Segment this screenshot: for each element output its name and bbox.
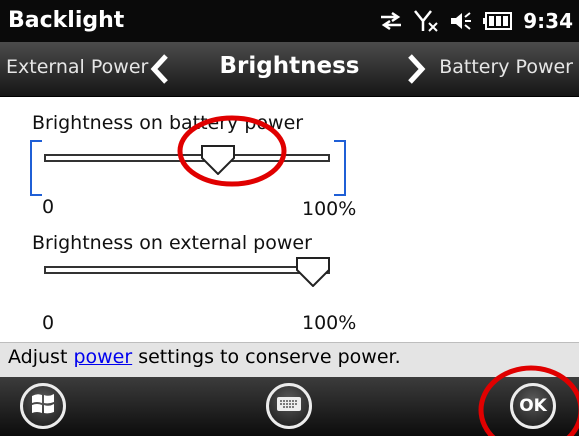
external-brightness-label: Brightness on external power (32, 232, 312, 254)
external-slider-thumb[interactable] (296, 257, 330, 288)
battery-brightness-label: Brightness on battery power (32, 112, 304, 134)
external-max-label: 100% (302, 312, 357, 334)
start-button[interactable] (20, 383, 66, 429)
screen: Backlight 9:34 External Power Brightness… (0, 0, 579, 436)
chevron-right-icon[interactable] (406, 54, 426, 88)
nav-next-label[interactable]: Battery Power (439, 56, 573, 78)
status-icons: 9:34 (379, 6, 573, 36)
battery-min-label: 0 (42, 196, 55, 218)
external-slider-track[interactable] (44, 266, 330, 274)
volume-icon (449, 11, 473, 31)
status-bar: Backlight 9:34 (0, 0, 579, 42)
app-title: Backlight (8, 8, 125, 33)
sync-arrows-icon (379, 11, 403, 31)
keyboard-icon (276, 396, 302, 416)
signal-off-icon (413, 9, 439, 33)
windows-logo-icon (30, 392, 56, 420)
keyboard-button[interactable] (266, 383, 312, 429)
nav-header: External Power Brightness Battery Power (0, 42, 579, 97)
hint-text: Adjust power settings to conserve power. (8, 346, 401, 368)
external-min-label: 0 (42, 312, 55, 334)
battery-slider-track[interactable] (44, 154, 330, 162)
power-settings-link[interactable]: power (73, 346, 132, 368)
battery-max-label: 100% (302, 198, 357, 220)
softkey-bar: OK (0, 377, 579, 436)
hint-bar: Adjust power settings to conserve power. (0, 342, 579, 377)
battery-slider-thumb[interactable] (201, 145, 235, 176)
hint-suffix: settings to conserve power. (132, 346, 401, 368)
ok-button[interactable]: OK (510, 383, 556, 429)
battery-slider-focus (30, 140, 346, 196)
clock: 9:34 (523, 9, 573, 33)
hint-prefix: Adjust (8, 346, 74, 368)
battery-icon (483, 12, 513, 30)
ok-label: OK (519, 396, 547, 416)
